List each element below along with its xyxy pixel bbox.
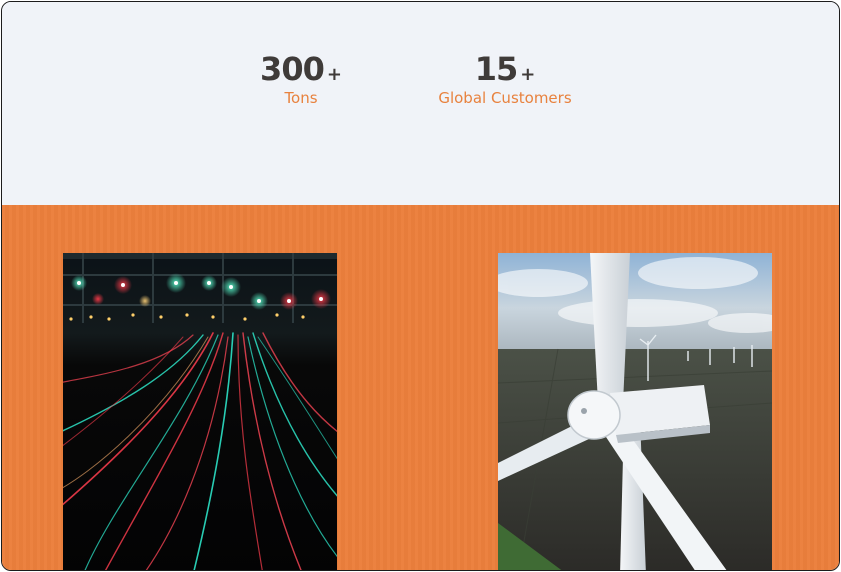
page-frame: 300 + Tons 15 + Global Customers <box>1 1 840 571</box>
stat-value: 15 + <box>422 49 588 89</box>
wind-turbine-photo <box>498 253 772 570</box>
stat-label: Global Customers <box>438 89 572 107</box>
railway-image <box>63 253 337 570</box>
stat-global-customers: 15 + Global Customers <box>422 49 588 108</box>
stat-suffix: + <box>326 64 342 85</box>
stat-tons: 300 + Tons <box>246 49 356 108</box>
stats-section: 300 + Tons 15 + Global Customers <box>2 2 839 205</box>
gallery-section <box>2 205 839 570</box>
stat-number: 15 <box>474 50 519 88</box>
railway-photo <box>63 253 337 570</box>
stat-number: 300 <box>260 50 325 88</box>
stat-value: 300 + <box>246 49 356 89</box>
wind-turbine-image <box>498 253 772 570</box>
